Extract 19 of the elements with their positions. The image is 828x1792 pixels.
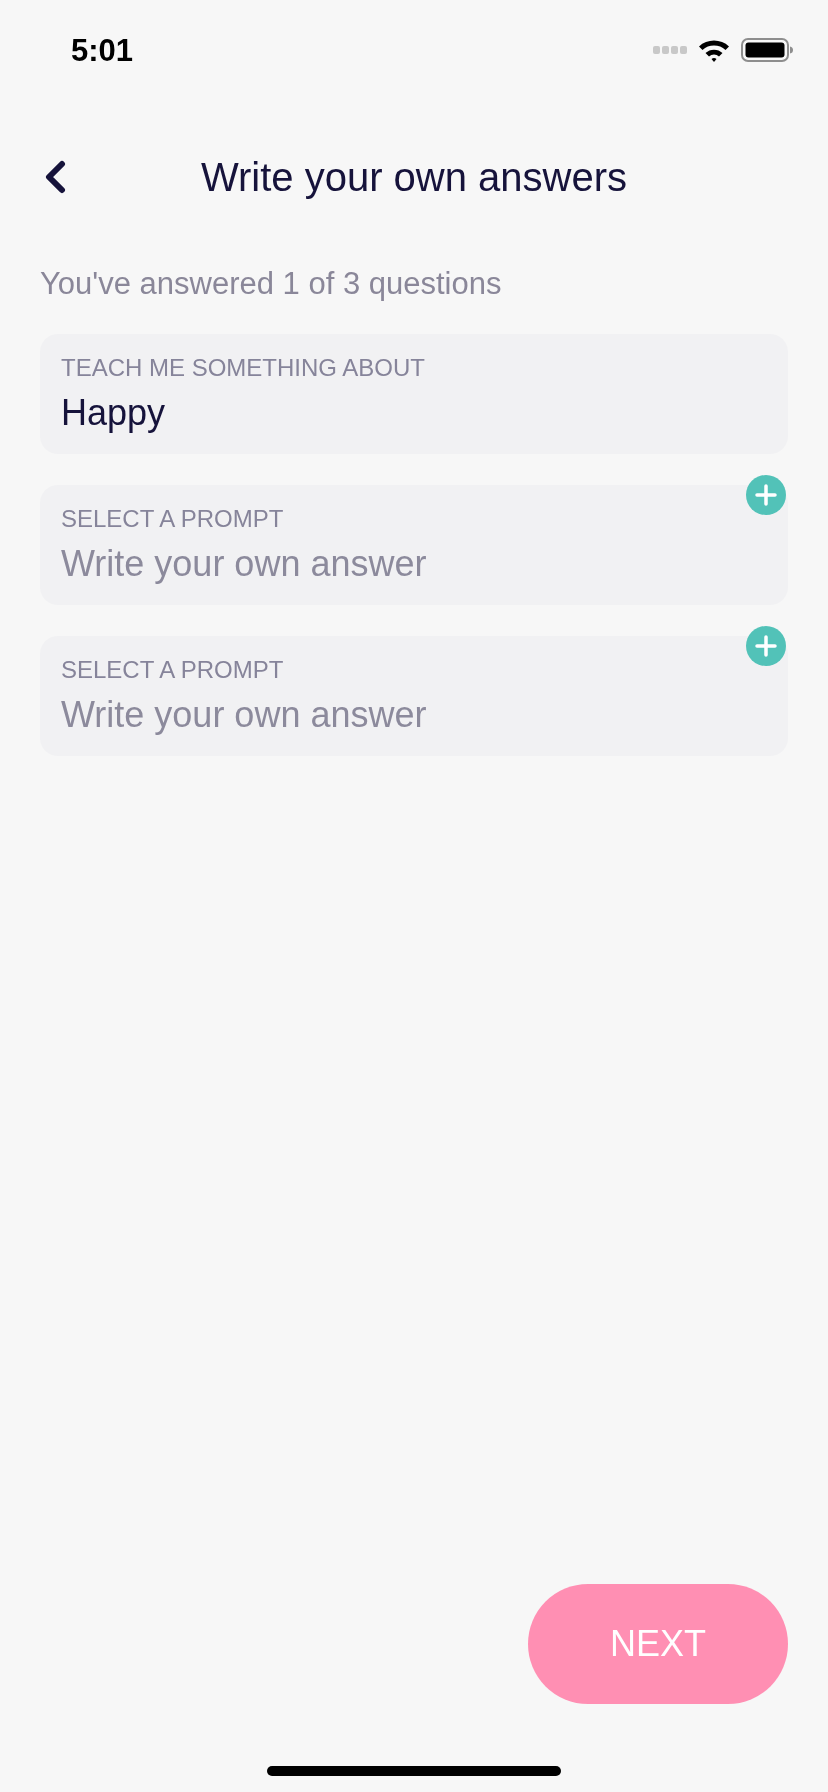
answer-input[interactable]: Write your own answer [61,543,767,585]
answer-input[interactable]: Write your own answer [61,694,767,736]
answer-input[interactable]: Happy [61,392,767,434]
wifi-icon [698,38,730,62]
back-icon[interactable] [44,160,66,194]
plus-icon[interactable] [746,475,786,515]
page-title: Write your own answers [199,154,629,201]
battery-icon [741,38,793,62]
prompt-label: SELECT A PROMPT [61,656,285,684]
plus-icon[interactable] [746,626,786,666]
next-button[interactable]: NEXT [528,1584,788,1704]
answer-field[interactable]: SELECT A PROMPT Write your own answer [40,636,788,756]
answer-field[interactable]: TEACH ME SOMETHING ABOUT Happy [40,334,788,454]
prompt-label: SELECT A PROMPT [61,505,285,533]
prompt-label: TEACH ME SOMETHING ABOUT [61,354,427,382]
status-time: 5:01 [71,34,134,66]
signal-icon [653,46,687,54]
answer-field[interactable]: SELECT A PROMPT Write your own answer [40,485,788,605]
progress-text: You've answered 1 of 3 questions [40,266,503,302]
